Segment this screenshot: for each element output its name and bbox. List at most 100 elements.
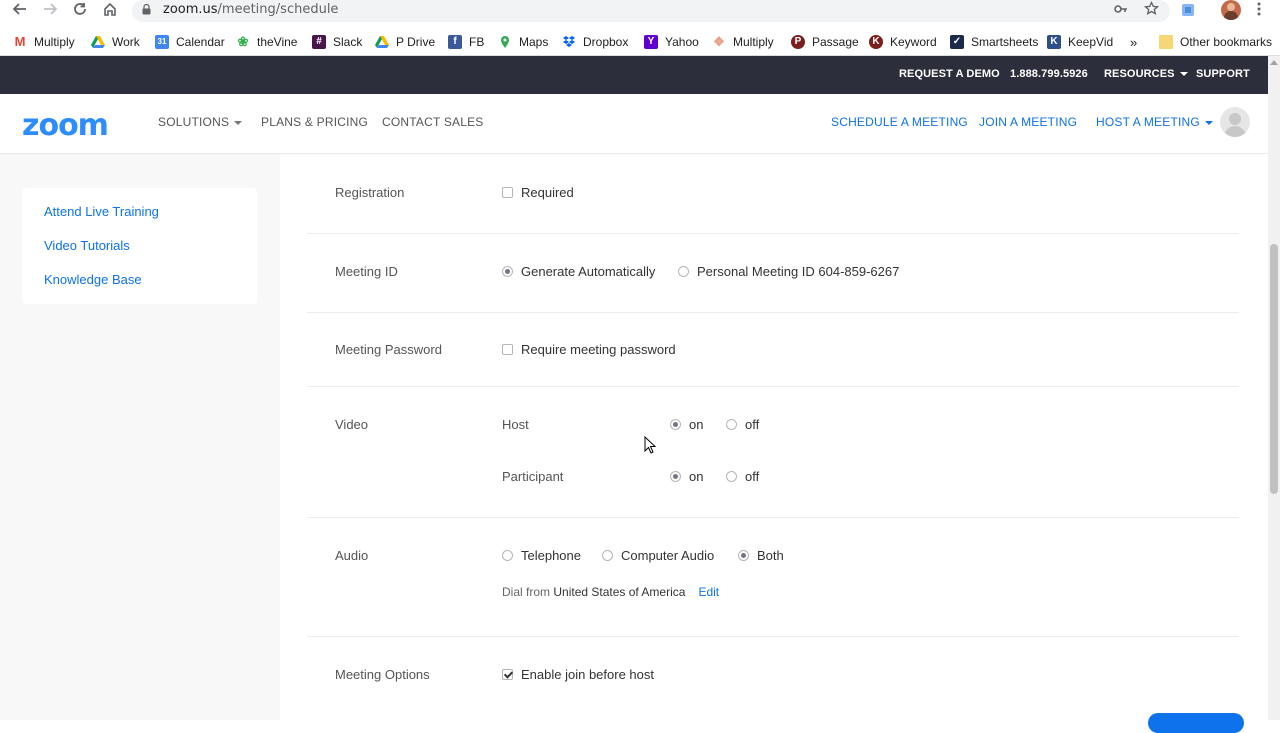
video-host-label: Host (502, 417, 529, 432)
bookmark-fb[interactable]: f FB (448, 32, 484, 52)
sidebar-card: Attend Live Training Video Tutorials Kno… (22, 188, 257, 304)
dial-edit-link[interactable]: Edit (698, 585, 719, 599)
join-meeting-link[interactable]: JOIN A MEETING (979, 115, 1077, 129)
support-link[interactable]: SUPPORT (1196, 68, 1250, 80)
video-participant-off-radio[interactable]: off (726, 469, 759, 484)
zoom-topbar: REQUEST A DEMO 1.888.799.5926 RESOURCES … (0, 56, 1268, 94)
radio-icon (670, 419, 681, 430)
registration-label: Registration (335, 185, 405, 200)
sidebar-item-live-training[interactable]: Attend Live Training (44, 204, 159, 219)
radio-icon (726, 471, 737, 482)
video-host-off-radio[interactable]: off (726, 417, 759, 432)
meeting-id-auto-radio[interactable]: Generate Automatically (502, 264, 655, 279)
maps-icon (498, 35, 512, 49)
phone-link[interactable]: 1.888.799.5926 (1010, 68, 1088, 80)
bookmark-other[interactable]: Other bookmarks (1159, 32, 1272, 52)
contact-sales-link[interactable]: CONTACT SALES (382, 115, 484, 129)
schedule-form: Registration Required Meeting ID Generat… (280, 154, 1268, 720)
divider (307, 386, 1239, 387)
back-icon[interactable] (9, 2, 31, 24)
passage-icon: P (791, 35, 805, 49)
url-text: zoom.us/meeting/schedule (163, 2, 339, 17)
bookmark-dropbox[interactable]: Dropbox (562, 32, 628, 52)
bookmark-multiply[interactable]: M Multiply (13, 32, 75, 52)
request-demo-link[interactable]: REQUEST A DEMO (899, 68, 1000, 80)
bookmark-multiply-2[interactable]: ❖ Multiply (712, 32, 774, 52)
bookmark-smartsheets[interactable]: ✓ Smartsheets (950, 32, 1038, 52)
profile-avatar[interactable] (1221, 0, 1241, 20)
multiply-icon: ❖ (712, 34, 726, 49)
bookmark-keepvid[interactable]: K KeepVid (1047, 32, 1113, 52)
scrollbar[interactable] (1268, 56, 1280, 720)
more-bookmarks-icon[interactable]: » (1130, 32, 1137, 52)
bookmark-passage[interactable]: P Passage (791, 32, 859, 52)
join-before-host-checkbox[interactable]: Enable join before host (502, 667, 654, 682)
bookmark-yahoo[interactable]: Y Yahoo (644, 32, 699, 52)
keepvid-icon: K (1047, 35, 1061, 49)
audio-computer-radio[interactable]: Computer Audio (602, 548, 714, 563)
video-participant-label: Participant (502, 469, 564, 484)
bookmark-calendar[interactable]: 31 Calendar (155, 32, 225, 52)
divider (307, 312, 1239, 313)
radio-icon (502, 550, 513, 561)
radio-icon (670, 471, 681, 482)
keyword-icon: K (869, 35, 883, 49)
home-icon[interactable] (99, 2, 121, 24)
meeting-password-label: Meeting Password (335, 342, 442, 357)
plans-pricing-link[interactable]: PLANS & PRICING (261, 115, 368, 129)
page-body: Attend Live Training Video Tutorials Kno… (0, 154, 1268, 720)
host-meeting-menu[interactable]: HOST A MEETING (1096, 115, 1213, 129)
menu-kebab-icon[interactable] (1256, 1, 1262, 20)
vine-icon: ❀ (236, 34, 250, 49)
forward-icon[interactable] (39, 2, 61, 24)
resources-menu[interactable]: RESOURCES (1104, 68, 1188, 80)
yahoo-icon: Y (644, 35, 658, 49)
bookmark-work[interactable]: Work (91, 32, 140, 52)
scroll-up-icon[interactable] (1270, 60, 1278, 65)
divider (307, 233, 1239, 234)
user-avatar[interactable] (1220, 107, 1250, 137)
video-host-on-radio[interactable]: on (670, 417, 703, 432)
meeting-id-label: Meeting ID (335, 264, 398, 279)
sidebar-item-knowledge-base[interactable]: Knowledge Base (44, 272, 142, 287)
checkbox-icon (502, 344, 513, 355)
bookmarks-bar: M Multiply Work 31 Calendar ❀ theVine # Slac… (0, 28, 1280, 56)
schedule-meeting-link[interactable]: SCHEDULE A MEETING (831, 115, 968, 129)
checkbox-icon (502, 187, 513, 198)
registration-required-checkbox[interactable]: Required (502, 185, 574, 200)
drive-icon (375, 35, 389, 49)
facebook-icon: f (448, 35, 462, 49)
bookmark-thevine[interactable]: ❀ theVine (236, 32, 297, 52)
divider (307, 517, 1239, 518)
star-icon[interactable] (1143, 0, 1160, 19)
extension-icon[interactable] (1181, 3, 1195, 20)
audio-telephone-radio[interactable]: Telephone (502, 548, 581, 563)
smartsheets-icon: ✓ (950, 35, 964, 49)
browser-toolbar: zoom.us/meeting/schedule (0, 0, 1280, 28)
save-button[interactable] (1148, 713, 1244, 733)
gmail-icon: M (13, 34, 27, 49)
video-participant-on-radio[interactable]: on (670, 469, 703, 484)
address-bar[interactable]: zoom.us/meeting/schedule (132, 0, 1170, 22)
zoom-logo[interactable]: zoom (22, 108, 109, 143)
bookmark-keyword[interactable]: K Keyword (869, 32, 937, 52)
reload-icon[interactable] (69, 2, 91, 24)
bookmark-slack[interactable]: # Slack (312, 32, 362, 52)
slack-icon: # (312, 35, 326, 49)
bookmark-maps[interactable]: Maps (498, 32, 548, 52)
drive-icon (91, 35, 105, 49)
bookmark-pdrive[interactable]: P Drive (375, 32, 435, 52)
sidebar-item-video-tutorials[interactable]: Video Tutorials (44, 238, 130, 253)
dial-from-text: Dial from United States of America Edit (502, 585, 720, 599)
folder-icon (1159, 35, 1173, 49)
lock-icon (142, 4, 151, 15)
radio-icon (602, 550, 613, 561)
radio-icon (738, 550, 749, 561)
solutions-menu[interactable]: SOLUTIONS (158, 115, 243, 129)
audio-both-radio[interactable]: Both (738, 548, 784, 563)
scrollbar-thumb[interactable] (1270, 244, 1278, 494)
require-password-checkbox[interactable]: Require meeting password (502, 342, 676, 357)
meeting-id-personal-radio[interactable]: Personal Meeting ID 604-859-6267 (678, 264, 899, 279)
key-icon[interactable] (1114, 2, 1128, 19)
caret-down-icon (234, 120, 243, 125)
